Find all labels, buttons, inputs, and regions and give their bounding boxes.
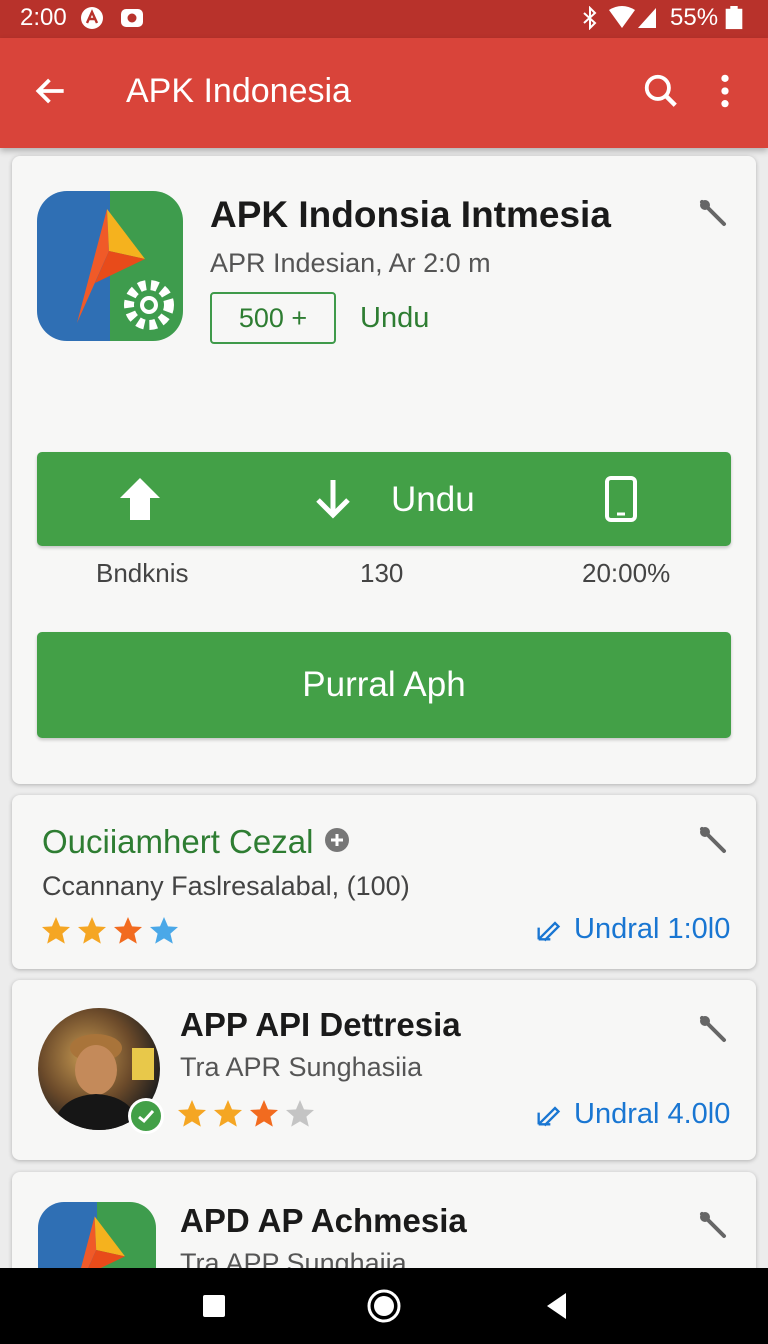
more-options-button[interactable] [700,66,750,116]
wifi-signal-icon [609,6,656,28]
status-time: 2:00 [20,4,67,31]
star-icon [250,1100,278,1127]
wrench-icon[interactable] [698,1014,730,1046]
search-button[interactable] [636,66,686,116]
home-circle-icon[interactable] [366,1288,402,1324]
search-icon [644,74,677,107]
download-arrow-icon[interactable] [311,474,355,524]
stat-center: 130 [360,558,404,588]
arrow-left-icon [35,78,64,104]
review-edit-link[interactable]: Undral 1:0l0 [534,913,730,946]
more-vertical-icon [721,74,729,108]
review-subtitle: Ccannany Faslresalabal, (100) [42,871,410,901]
star-icon [214,1100,242,1127]
notification-camera-icon [121,9,143,27]
download-action-label: Undu [391,480,475,519]
list-item-subtitle: Tra APR Sunghasiia [180,1052,423,1082]
star-empty-icon [286,1100,314,1127]
recents-square-icon[interactable] [196,1288,232,1324]
primary-action-button[interactable]: Purral Aph [37,632,731,738]
app-detail-card: APK Indonsia Intmesia APR Indesian, Ar 2… [12,156,756,784]
review-rating-stars [40,915,180,947]
bluetooth-icon [583,6,597,30]
list-item-edit-label: Undral 4.0l0 [574,1098,731,1130]
star-icon [178,1100,206,1127]
app-developer: APR Indesian, Ar 2:0 m [210,248,491,278]
stat-left: Bndknis [96,558,189,588]
system-nav-bar [0,1268,768,1344]
app-name: APK Indonsia Intmesia [210,194,611,235]
app-bar: APK Indonesia [0,38,768,148]
app-logo-icon[interactable] [37,191,183,341]
upload-arrow-icon[interactable] [115,474,165,524]
star-icon [114,917,142,944]
review-title: Ouciiamhert Cezal [42,823,314,860]
download-count-badge: 500 + [210,292,336,344]
status-bar: 2:00 55% [0,0,768,38]
wrench-icon[interactable] [698,198,730,230]
back-triangle-icon[interactable] [540,1288,576,1324]
stat-right: 20:00% [582,558,671,588]
wrench-icon[interactable] [698,1210,730,1242]
notification-a-icon [81,7,103,29]
battery-percent: 55% [670,4,719,31]
phone-icon[interactable] [601,474,641,524]
list-item-rating-stars [176,1098,316,1130]
download-count-label: Undu [360,302,430,334]
page-title: APK Indonesia [126,72,351,110]
review-edit-label: Undral 1:0l0 [574,913,731,945]
wrench-icon[interactable] [698,825,730,857]
download-action-bar[interactable]: Undu [37,452,731,546]
review-card: Ouciiamhert Cezal Ccannany Faslresalabal… [12,795,756,969]
list-item-name: APP API Dettresia [180,1006,461,1043]
edit-icon [537,920,561,941]
back-button[interactable] [26,66,76,116]
edit-icon [537,1105,561,1126]
star-icon [150,917,178,944]
info-plus-icon[interactable] [324,827,350,853]
star-icon [42,917,70,944]
list-item-edit-link[interactable]: Undral 4.0l0 [534,1098,730,1131]
list-item-name: APD AP Achmesia [180,1202,467,1239]
verified-check-icon [128,1098,164,1134]
list-item[interactable]: APP API Dettresia Tra APR Sunghasiia Und… [12,980,756,1160]
star-icon [78,917,106,944]
battery-icon [725,6,743,30]
